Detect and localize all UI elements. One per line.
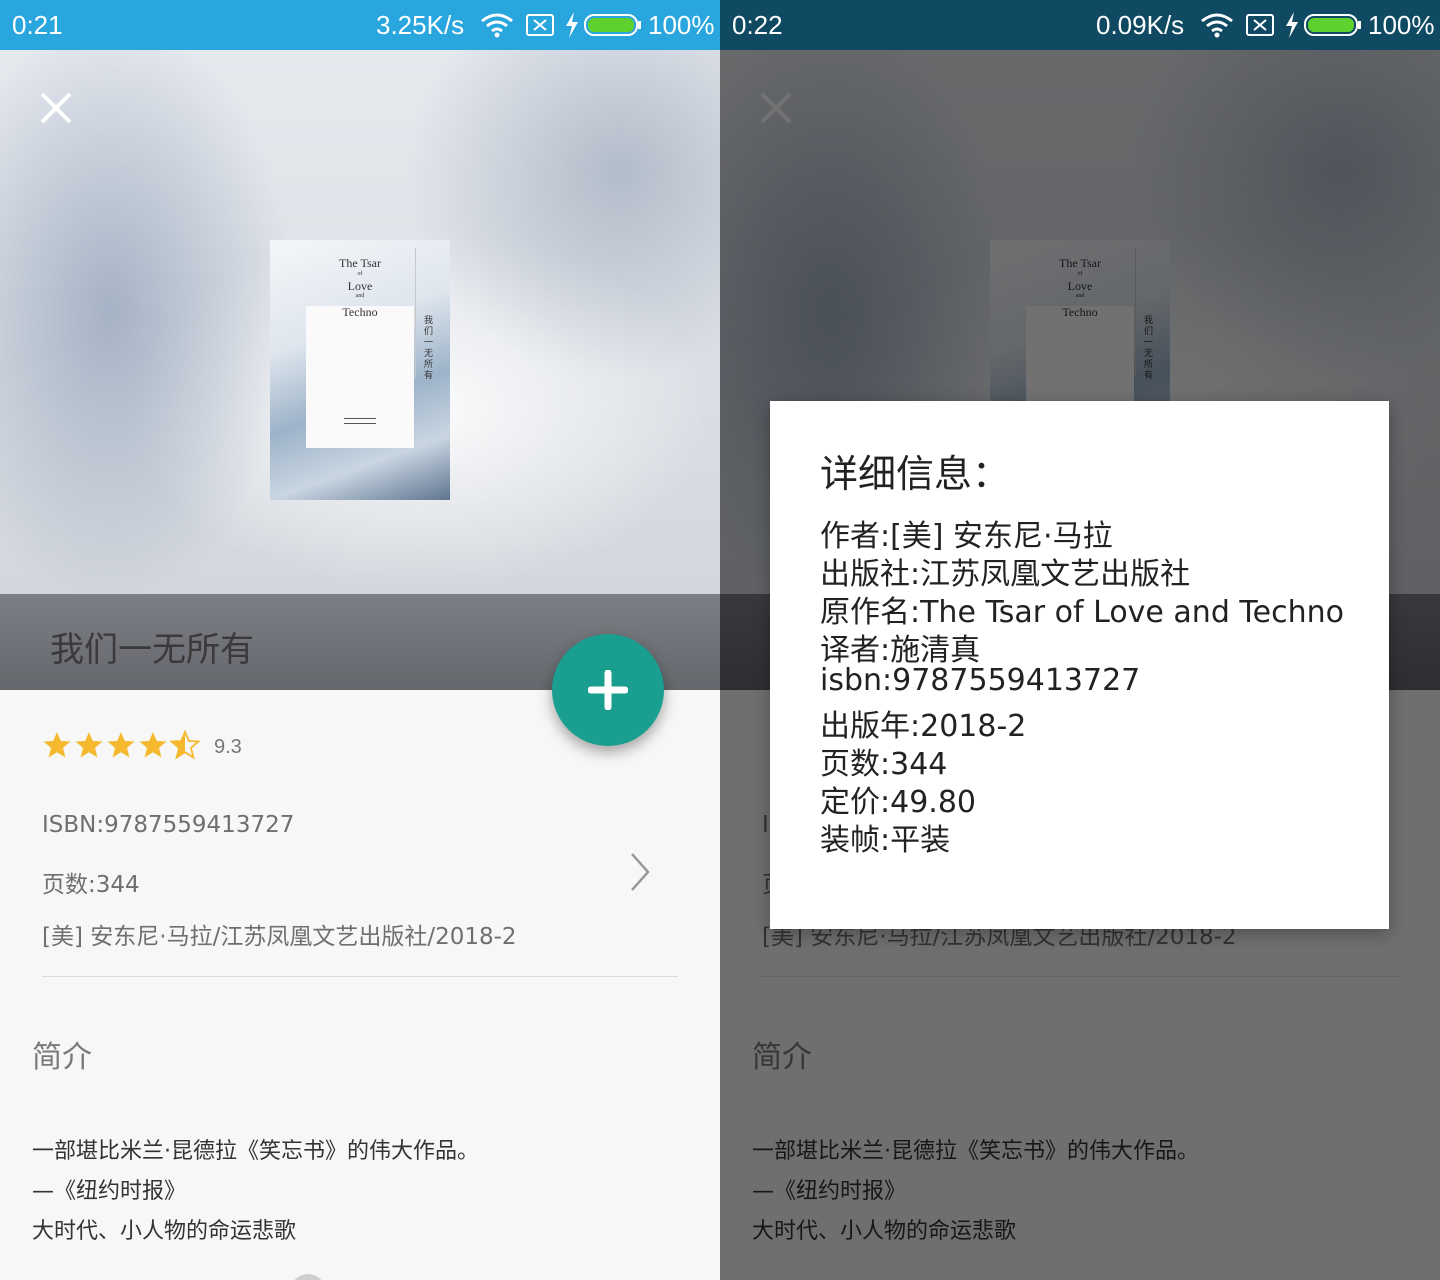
cover-text: The Tsar (339, 256, 381, 270)
star-icon (43, 732, 71, 758)
isbn-text: ISBN:9787559413727 (42, 812, 295, 838)
book-title: 我们一无所有 (50, 630, 254, 670)
status-bar: 0:21 3.25K/s 100% (0, 0, 720, 50)
expand-handle[interactable] (290, 1274, 326, 1280)
cover-backdrop: The Tsar of Love and Techno 我们一无所有 我们一无所… (0, 50, 720, 690)
intro-line: 一部堪比米兰·昆德拉《笑忘书》的伟大作品。 (32, 1139, 479, 1164)
detail-dialog: 详细信息： 作者:[美] 安东尼·马拉 出版社:江苏凤凰文艺出版社 原作名:Th… (770, 401, 1389, 929)
dialog-isbn: isbn:9787559413727 (820, 663, 1141, 698)
half-star-icon (170, 730, 200, 760)
star-icon (139, 732, 167, 758)
dialog-title: 详细信息： (820, 452, 1011, 496)
cover-text: Love (347, 279, 373, 293)
battery-percent: 100% (648, 10, 715, 40)
network-speed: 0.09K/s (1096, 10, 1185, 40)
battery-icon (584, 14, 641, 36)
cover-text: and (355, 293, 365, 299)
pages-text: 页数:344 (42, 872, 140, 898)
star-icon (107, 732, 135, 758)
cover-white-panel (306, 306, 414, 448)
cover-cn-title: 我们一无所有 (424, 316, 434, 381)
status-bar-dimmed: 0:22 0.09K/s 100% (720, 0, 1440, 50)
sim-icon (1246, 14, 1274, 36)
book-detail-screen-with-dialog: 0:22 0.09K/s 100% The Tsar of (720, 0, 1440, 1280)
intro-line: 大时代、小人物的命运悲歌 (32, 1219, 297, 1244)
cover-author-mark (344, 418, 376, 424)
sim-icon (526, 14, 554, 36)
rating-value: 9.3 (214, 736, 242, 758)
author-publisher-text: [美] 安东尼·马拉/江苏凤凰文艺出版社/2018-2 (42, 924, 517, 950)
wifi-icon (1201, 13, 1233, 38)
network-speed: 3.25K/s (376, 10, 465, 40)
book-cover: The Tsar of Love and Techno 我们一无所有 (270, 240, 450, 500)
battery-percent: 100% (1368, 10, 1435, 40)
chevron-right-icon[interactable] (626, 850, 654, 894)
charging-icon (1286, 12, 1298, 38)
divider (42, 976, 678, 977)
charging-icon (566, 12, 578, 38)
wifi-icon (481, 13, 513, 38)
dialog-binding: 装帧:平装 (820, 823, 951, 858)
star-icon (75, 732, 103, 758)
status-time: 0:21 (12, 10, 63, 40)
add-button[interactable] (552, 634, 664, 746)
battery-icon (1304, 14, 1361, 36)
book-detail-screen: 0:21 3.25K/s 100% The Tsar of Love and T… (0, 0, 720, 1280)
status-time: 0:22 (732, 10, 783, 40)
close-icon[interactable] (36, 88, 76, 128)
add-icon (588, 670, 628, 710)
cover-text: of (357, 271, 363, 277)
cover-text: Techno (342, 305, 378, 319)
intro-line: —《纽约时报》 (32, 1179, 187, 1204)
intro-heading: 简介 (32, 1040, 92, 1075)
cover-rule (415, 248, 416, 378)
